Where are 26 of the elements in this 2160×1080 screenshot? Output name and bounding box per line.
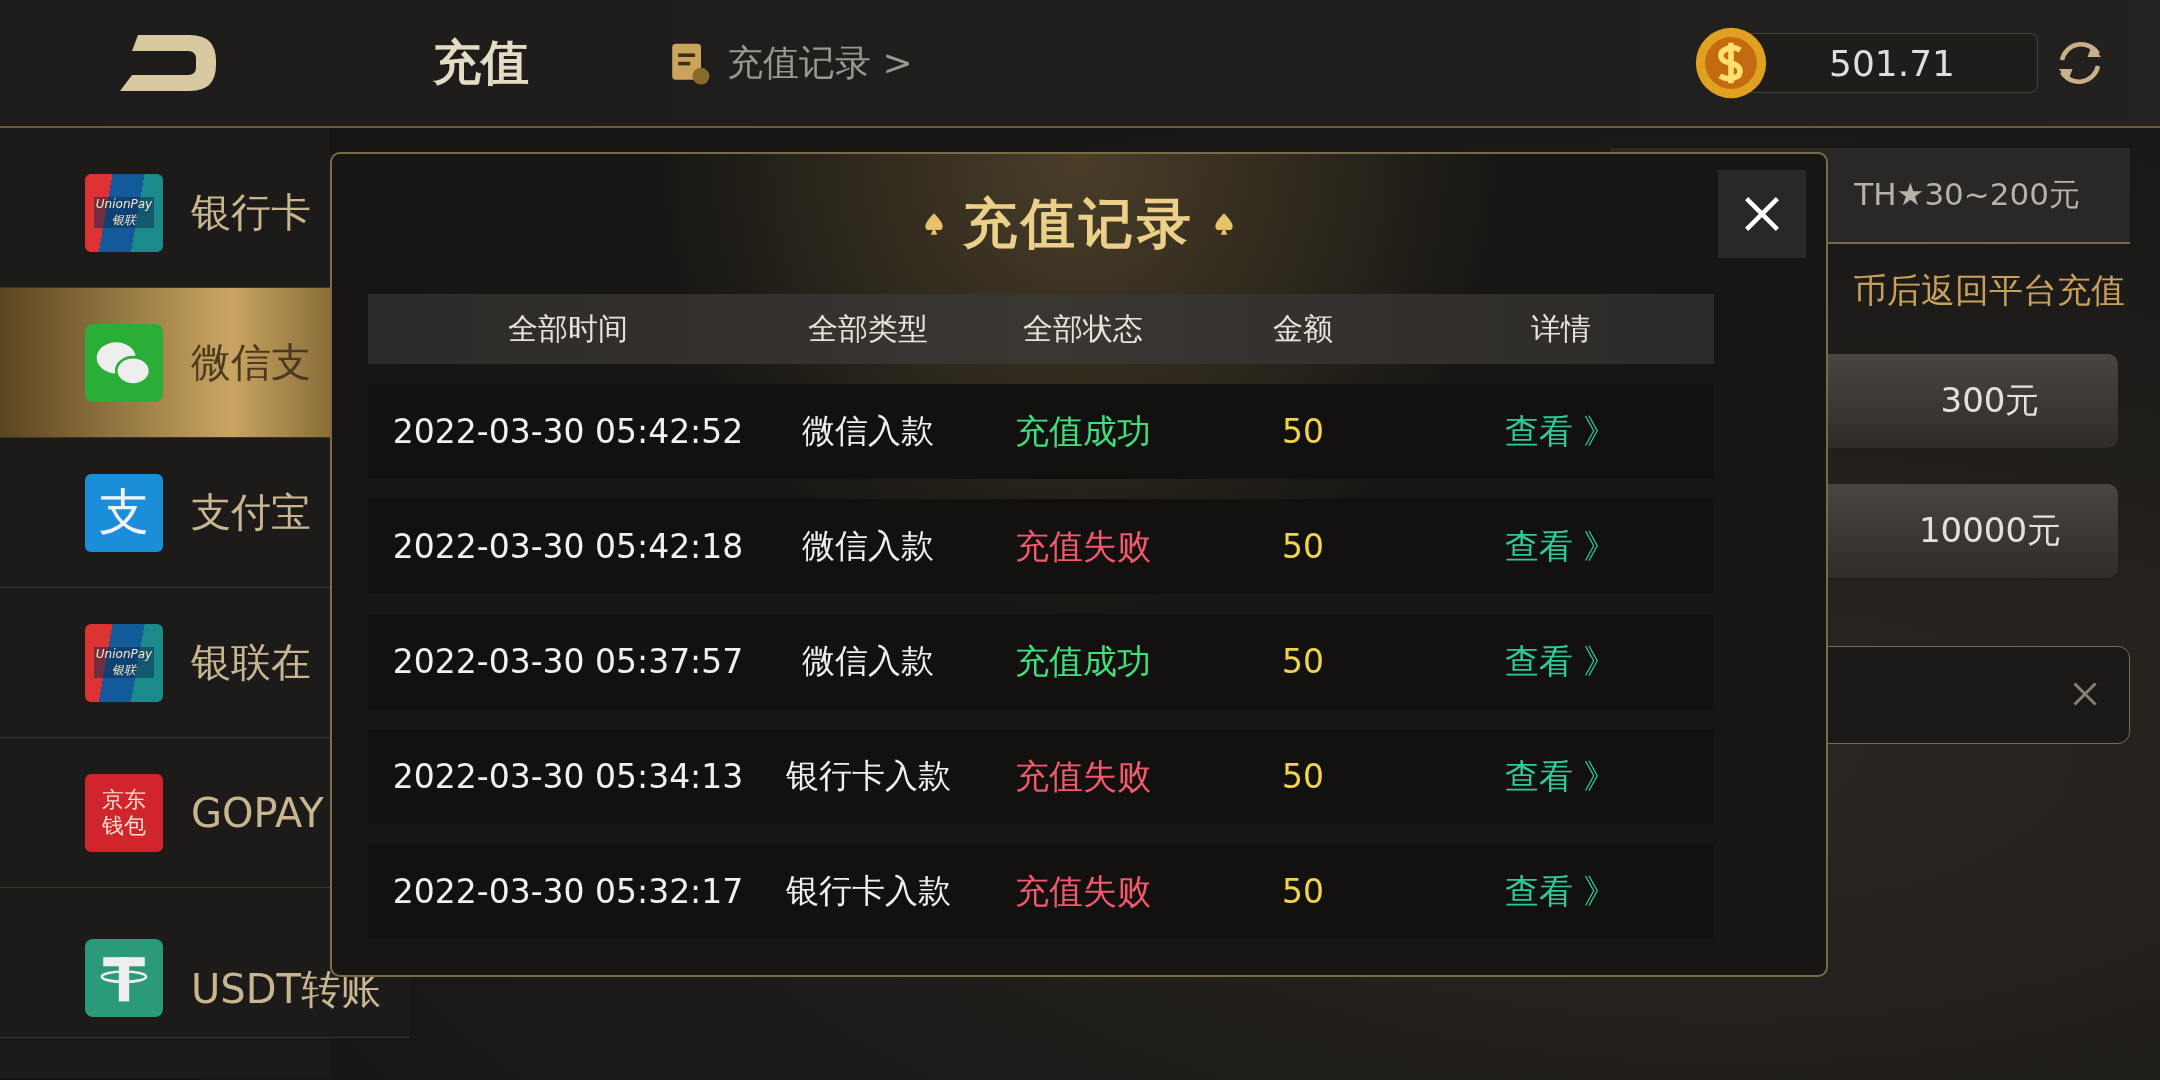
bank-card-icon: UnionPay 银联 bbox=[85, 623, 163, 702]
type-cell-text: 银行卡入款 bbox=[784, 755, 952, 797]
hint-text: 币后返回平台充值 bbox=[1853, 269, 2125, 312]
amount-cell-text: 50 bbox=[1281, 527, 1325, 566]
status-cell-text: 充值失败 bbox=[1014, 754, 1152, 798]
status-cell-text: 充值失败 bbox=[1014, 524, 1152, 568]
bank-card-icon: UnionPay 银联 bbox=[85, 173, 163, 252]
dialog-title: 充值记录 bbox=[963, 190, 1195, 257]
amount-cell-text: 50 bbox=[1281, 872, 1325, 911]
status-cell-text: 充值成功 bbox=[1014, 409, 1152, 453]
time-cell-text: 2022-03-30 05:34:13 bbox=[391, 757, 745, 796]
type-cell-text: 微信入款 bbox=[801, 410, 935, 452]
time-cell-text: 2022-03-30 05:37:57 bbox=[391, 642, 745, 681]
status-cell-text: 充值成功 bbox=[1014, 639, 1152, 683]
amount-cell-text: 50 bbox=[1281, 412, 1325, 451]
status-cell-text: 充值失败 bbox=[1014, 869, 1152, 913]
type-cell-text: 微信入款 bbox=[801, 640, 935, 682]
amount-cell-text: 50 bbox=[1281, 757, 1325, 796]
time-cell-text: 2022-03-30 05:42:18 bbox=[391, 527, 745, 566]
type-cell-text: 银行卡入款 bbox=[784, 870, 952, 912]
amount-cell-text: 50 bbox=[1281, 642, 1325, 681]
alipay-icon: 支 bbox=[85, 473, 163, 552]
wallet-logo-icon: 京东钱包 bbox=[85, 773, 163, 852]
time-cell-text: 2022-03-30 05:42:52 bbox=[391, 412, 745, 451]
page-title: 充值 bbox=[433, 33, 529, 92]
type-cell-text: 微信入款 bbox=[801, 525, 935, 567]
